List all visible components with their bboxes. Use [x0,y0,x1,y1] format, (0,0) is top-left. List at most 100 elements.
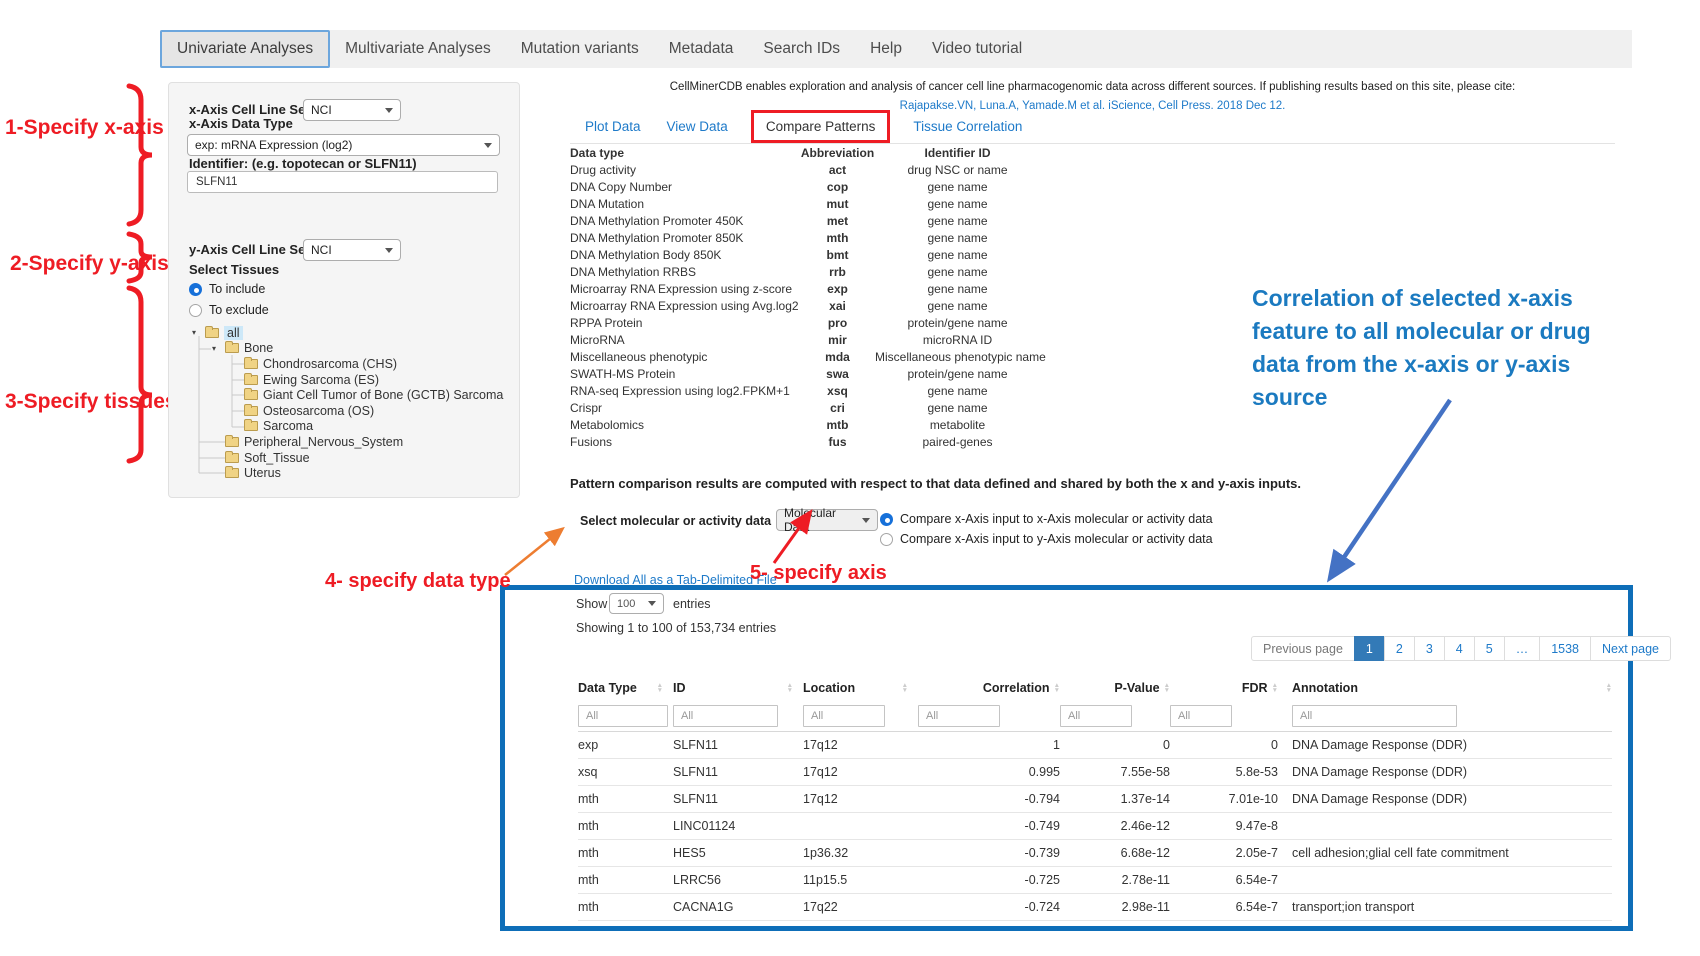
compare-x-axis-radio[interactable] [880,513,893,526]
datatype-abbr: bmt [800,248,875,265]
filter-input-id[interactable] [673,705,778,727]
filter-input-p-value[interactable] [1060,705,1132,727]
sort-icon[interactable]: ▲▼ [902,683,908,694]
cell-data-type: exp [578,738,673,752]
table-row: mthSLFN1117q12-0.7941.37e-147.01e-10DNA … [578,786,1612,813]
page-button-1538[interactable]: 1538 [1539,636,1591,661]
filter-cell [1170,705,1278,727]
annotation-line: data from the x-axis or y-axis [1252,348,1652,381]
cell-id: HES5 [673,846,803,860]
tree-node-label: Soft_Tissue [244,451,310,465]
filter-input-annotation[interactable] [1292,705,1457,727]
tree-node-uterus[interactable]: Uterus [169,465,519,481]
x-data-type-select[interactable]: exp: mRNA Expression (log2) [187,134,500,156]
datatype-table: Data typeAbbreviationIdentifier IDDrug a… [570,146,1040,452]
column-header-location[interactable]: Location▲▼ [803,676,918,700]
compare-y-axis-radio[interactable] [880,533,893,546]
cell-p-value: 2.46e-12 [1060,819,1170,833]
tree-node-bone[interactable]: ▾Bone [169,341,519,357]
sort-icon[interactable]: ▲▼ [657,683,663,694]
page-button-5[interactable]: 5 [1474,636,1505,661]
nav-tab-search-ids[interactable]: Search IDs [748,30,855,68]
datatype-identifier: gene name [875,401,1040,418]
cell-p-value: 0 [1060,738,1170,752]
datatype-header-abbreviation: Abbreviation [800,146,875,163]
brace-tissues [129,288,152,461]
x-cell-line-set-select[interactable]: NCI [303,99,401,121]
results-filters [578,700,1612,732]
folder-icon [225,453,239,463]
select-tissues-label: Select Tissues [189,262,279,277]
folder-icon [244,375,258,385]
page-button-4[interactable]: 4 [1444,636,1475,661]
tree-node-soft-tissue[interactable]: Soft_Tissue [169,450,519,466]
cell-data-type: mth [578,846,673,860]
datatype-identifier: gene name [875,214,1040,231]
sort-icon[interactable]: ▲▼ [1606,683,1612,694]
nav-tab-video-tutorial[interactable]: Video tutorial [917,30,1037,68]
cell-correlation: 0.995 [918,765,1060,779]
next-page-button[interactable]: Next page [1590,636,1671,661]
table-row: mthHES51p36.32-0.7396.68e-122.05e-7cell … [578,840,1612,867]
folder-icon [205,328,219,338]
filter-input-data-type[interactable] [578,705,668,727]
nav-tab-mutation-variants[interactable]: Mutation variants [506,30,654,68]
blue-arrow [1312,390,1467,590]
tree-node-giant-cell-tumor-of-bone-gctb-sarcoma[interactable]: Giant Cell Tumor of Bone (GCTB) Sarcoma [169,387,519,403]
expand-arrow-icon[interactable]: ▾ [192,328,205,337]
-button[interactable]: … [1504,636,1541,661]
include-radio[interactable] [189,283,202,296]
column-header-fdr[interactable]: FDR▲▼ [1170,676,1278,700]
tree-node-sarcoma[interactable]: Sarcoma [169,419,519,435]
page-button-1[interactable]: 1 [1354,636,1385,661]
folder-icon [244,406,258,416]
tab-tissue-correlation[interactable]: Tissue Correlation [913,119,1022,134]
tab-compare-patterns[interactable]: Compare Patterns [751,110,891,143]
table-row: mthLRRC5611p15.5-0.7252.78e-116.54e-7 [578,867,1612,894]
chevron-down-icon [385,248,393,253]
column-header-id[interactable]: ID▲▼ [673,676,803,700]
tree-node-all[interactable]: ▾all [169,325,519,341]
identifier-input[interactable] [187,171,498,193]
sort-icon[interactable]: ▲▼ [787,683,793,694]
y-cell-line-set-label: y-Axis Cell Line Set [189,242,310,257]
show-entries-select[interactable]: 100 [609,593,664,614]
column-header-correlation[interactable]: Correlation▲▼ [918,676,1060,700]
molecular-data-select[interactable]: Molecular Data [776,509,878,531]
tab-view-data[interactable]: View Data [667,119,728,134]
datatype-abbr: mut [800,197,875,214]
cell-fdr: 9.47e-8 [1170,819,1278,833]
y-cell-line-set-select[interactable]: NCI [303,239,401,261]
column-header-data-type[interactable]: Data Type▲▼ [578,676,673,700]
filter-cell [673,705,803,727]
sub-tabs: Plot Data View Data Compare Patterns Tissue… [572,108,1035,144]
datatype-name: Microarray RNA Expression using z-score [570,282,800,299]
column-header-label: Correlation [983,681,1050,695]
column-header-p-value[interactable]: P-Value▲▼ [1060,676,1170,700]
previous-page-button[interactable]: Previous page [1251,636,1355,661]
cell-location: 11p15.5 [803,873,918,887]
datatype-name: Miscellaneous phenotypic [570,350,800,367]
nav-tab-metadata[interactable]: Metadata [654,30,749,68]
nav-tab-help[interactable]: Help [855,30,917,68]
filter-input-fdr[interactable] [1170,705,1232,727]
tree-node-osteosarcoma-os[interactable]: Osteosarcoma (OS) [169,403,519,419]
filter-input-correlation[interactable] [918,705,1000,727]
nav-tab-multivariate-analyses[interactable]: Multivariate Analyses [330,30,506,68]
expand-arrow-icon[interactable]: ▾ [212,344,225,353]
table-row: mthLINC01124-0.7492.46e-129.47e-8 [578,813,1612,840]
datatype-name: DNA Mutation [570,197,800,214]
nav-tab-univariate-analyses[interactable]: Univariate Analyses [160,30,330,68]
exclude-radio[interactable] [189,304,202,317]
datatype-name: DNA Methylation Body 850K [570,248,800,265]
column-header-annotation[interactable]: Annotation▲▼ [1278,676,1612,700]
cell-data-type: mth [578,873,673,887]
datatype-name: Microarray RNA Expression using Avg.log2 [570,299,800,316]
page-button-2[interactable]: 2 [1384,636,1415,661]
tree-node-chondrosarcoma-chs[interactable]: Chondrosarcoma (CHS) [169,356,519,372]
filter-input-location[interactable] [803,705,885,727]
page-button-3[interactable]: 3 [1414,636,1445,661]
tree-node-peripheral-nervous-system[interactable]: Peripheral_Nervous_System [169,434,519,450]
tree-node-ewing-sarcoma-es[interactable]: Ewing Sarcoma (ES) [169,372,519,388]
tab-plot-data[interactable]: Plot Data [585,119,641,134]
